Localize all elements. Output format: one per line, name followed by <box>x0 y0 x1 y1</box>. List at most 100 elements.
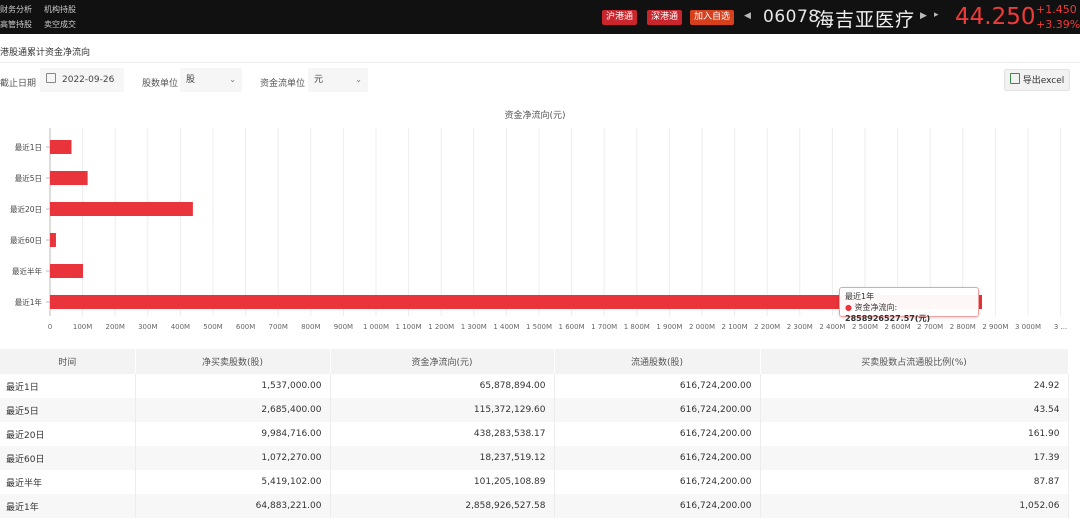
cell-net-flow: 2,858,926,527.58 <box>330 494 555 518</box>
x-tick-label: 3 ... <box>1054 323 1067 331</box>
col-header-net-flow[interactable]: 资金净流向(元) <box>330 349 555 374</box>
table-row: 最近半年 5,419,102.00 101,205,108.89 616,724… <box>0 470 1069 494</box>
add-watchlist-button[interactable]: 加入自选 <box>690 10 735 25</box>
x-tick-label: 200M <box>105 323 124 331</box>
cell-float-shares: 616,724,200.00 <box>554 422 761 446</box>
x-tick-label: 2 500M <box>852 323 878 331</box>
cell-net-flow: 438,283,538.17 <box>330 422 555 446</box>
x-tick-label: 1 700M <box>591 323 617 331</box>
x-tick-label: 500M <box>203 323 222 331</box>
x-tick-label: 600M <box>236 323 255 331</box>
date-picker[interactable]: 2022-09-26 <box>40 68 124 92</box>
cell-net-shares: 5,419,102.00 <box>135 470 331 494</box>
sh-connect-button[interactable]: 沪港通 <box>602 10 638 25</box>
x-tick-label: 2 400M <box>819 323 845 331</box>
money-unit-select[interactable]: 元 ⌄ <box>308 68 368 92</box>
x-tick-label: 1 900M <box>656 323 682 331</box>
cell-net-flow: 65,878,894.00 <box>330 374 555 398</box>
col-header-float-shares[interactable]: 流通股数(股) <box>554 349 761 374</box>
cell-net-flow: 101,205,108.89 <box>330 470 555 494</box>
x-tick-label: 300M <box>138 323 157 331</box>
x-tick-label: 2 700M <box>917 323 943 331</box>
x-tick-label: 900M <box>334 323 353 331</box>
cell-period: 最近60日 <box>0 446 136 470</box>
cell-net-flow: 18,237,519.12 <box>330 446 555 470</box>
flow-table: 时间 净买卖股数(股) 资金净流向(元) 流通股数(股) 买卖股数占流通股比例(… <box>0 349 1069 518</box>
x-tick-label: 2 000M <box>689 323 715 331</box>
cell-float-shares: 616,724,200.00 <box>554 494 761 518</box>
cell-net-flow: 115,372,129.60 <box>330 398 555 422</box>
date-label: 截止日期 <box>0 79 37 89</box>
y-tick-label: 最近5日 <box>15 173 42 183</box>
export-label: 导出excel <box>1022 76 1065 86</box>
table-row: 最近5日 2,685,400.00 115,372,129.60 616,724… <box>0 398 1069 422</box>
chevron-down-icon: ⌄ <box>229 75 236 84</box>
cell-float-shares: 616,724,200.00 <box>554 470 761 494</box>
bar <box>50 264 83 278</box>
tooltip-value: 2858926527.57(元) <box>845 314 931 323</box>
y-tick-label: 最近60日 <box>10 235 42 245</box>
expand-icon[interactable]: ▸ <box>934 10 939 20</box>
bar <box>50 233 56 247</box>
cell-float-shares: 616,724,200.00 <box>554 374 761 398</box>
nav-link-short-sell[interactable]: 卖空成交 <box>44 20 76 29</box>
share-unit-label: 股数单位 <box>142 79 179 89</box>
cell-net-shares: 9,984,716.00 <box>135 422 331 446</box>
x-tick-label: 3 000M <box>1015 323 1041 331</box>
cell-period: 最近1日 <box>0 374 136 398</box>
top-bar: 财务分析 机构持股 高管持股 卖空成交 沪港通 深港通 加入自选 ◀ 06078 海… <box>0 0 1080 34</box>
table-row: 最近20日 9,984,716.00 438,283,538.17 616,72… <box>0 422 1069 446</box>
export-excel-button[interactable]: 导出excel <box>1004 69 1070 91</box>
cell-period: 最近20日 <box>0 422 136 446</box>
tooltip-row: ● 资金净流向: 2858926527.57(元) <box>845 302 973 324</box>
x-tick-label: 1 400M <box>493 323 519 331</box>
cell-ratio: 87.87 <box>760 470 1069 494</box>
chart-tooltip: 最近1年 ● 资金净流向: 2858926527.57(元) <box>839 287 979 323</box>
col-header-ratio[interactable]: 买卖股数占流通股比例(%) <box>760 349 1069 374</box>
y-tick-label: 最近1年 <box>15 297 43 307</box>
divider <box>0 62 1080 63</box>
date-value: 2022-09-26 <box>62 75 115 85</box>
table-header-row: 时间 净买卖股数(股) 资金净流向(元) 流通股数(股) 买卖股数占流通股比例(… <box>0 349 1069 374</box>
cell-ratio: 43.54 <box>760 398 1069 422</box>
nav-row-2: 高管持股 卖空成交 <box>0 19 88 30</box>
nav-link-finance[interactable]: 财务分析 <box>0 5 32 14</box>
x-tick-label: 1 100M <box>396 323 422 331</box>
cell-ratio: 161.90 <box>760 422 1069 446</box>
x-tick-label: 1 500M <box>526 323 552 331</box>
x-tick-label: 2 800M <box>950 323 976 331</box>
nav-link-institution[interactable]: 机构持股 <box>44 5 76 14</box>
col-header-net-shares[interactable]: 净买卖股数(股) <box>135 349 331 374</box>
prev-stock-icon[interactable]: ◀ <box>744 11 751 21</box>
cell-float-shares: 616,724,200.00 <box>554 398 761 422</box>
sz-connect-button[interactable]: 深港通 <box>647 10 683 25</box>
y-tick-label: 最近半年 <box>12 266 42 276</box>
next-stock-icon[interactable]: ▶ <box>920 11 927 21</box>
bar <box>50 140 72 154</box>
x-tick-label: 1 600M <box>559 323 585 331</box>
share-unit-select[interactable]: 股 ⌄ <box>180 68 242 92</box>
x-tick-label: 2 100M <box>722 323 748 331</box>
col-header-period[interactable]: 时间 <box>0 349 136 374</box>
stock-name: 海吉亚医疗 <box>815 9 916 31</box>
nav-link-executive[interactable]: 高管持股 <box>0 20 32 29</box>
table-row: 最近1日 1,537,000.00 65,878,894.00 616,724,… <box>0 374 1069 398</box>
money-unit-value: 元 <box>314 75 324 85</box>
table-row: 最近60日 1,072,270.00 18,237,519.12 616,724… <box>0 446 1069 470</box>
x-tick-label: 800M <box>301 323 320 331</box>
x-tick-label: 100M <box>73 323 92 331</box>
y-tick-label: 最近20日 <box>10 204 42 214</box>
cell-ratio: 24.92 <box>760 374 1069 398</box>
x-tick-label: 2 300M <box>787 323 813 331</box>
bar <box>50 171 88 185</box>
excel-icon <box>1009 73 1020 84</box>
calendar-icon <box>46 73 56 83</box>
nav-row-1: 财务分析 机构持股 <box>0 4 88 15</box>
x-tick-label: 2 200M <box>754 323 780 331</box>
cell-period: 最近1年 <box>0 494 136 518</box>
share-unit-value: 股 <box>186 75 196 85</box>
money-unit-label: 资金流单位 <box>260 79 306 89</box>
price-change: +1.450 <box>1036 3 1077 16</box>
x-tick-label: 1 200M <box>428 323 454 331</box>
cell-float-shares: 616,724,200.00 <box>554 446 761 470</box>
